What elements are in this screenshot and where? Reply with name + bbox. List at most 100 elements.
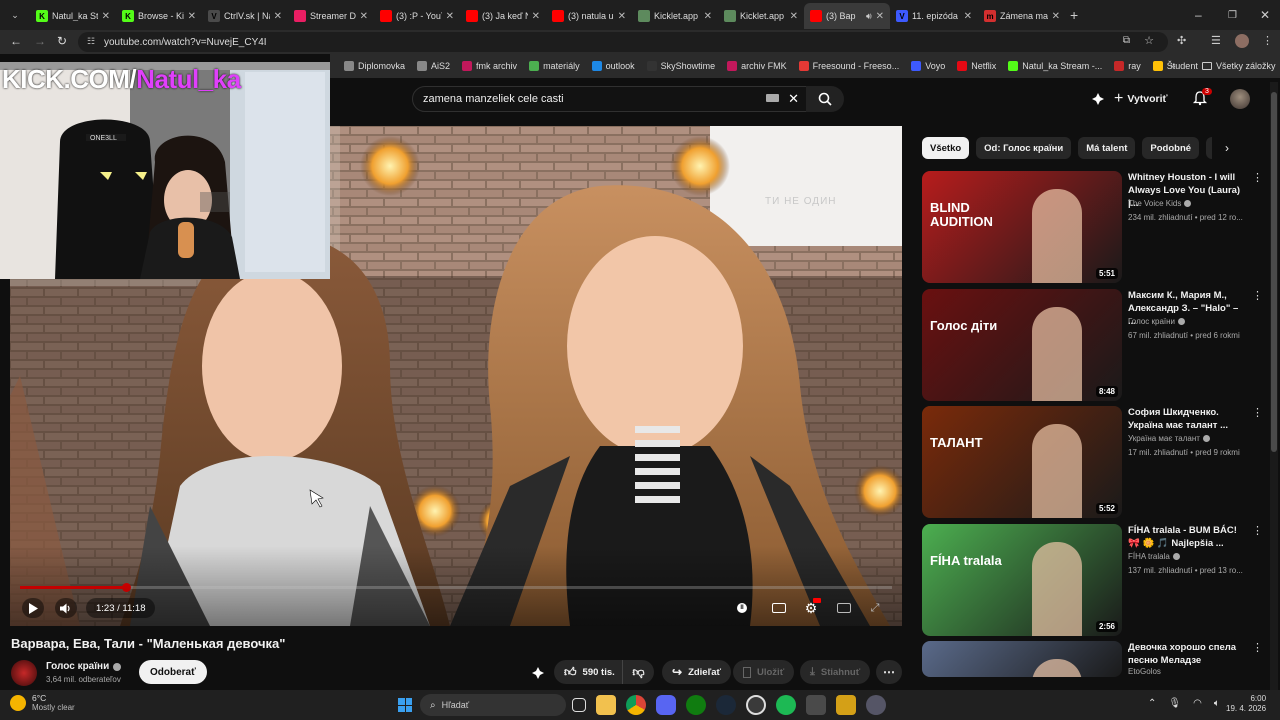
page-scrollbar[interactable] — [1270, 82, 1278, 690]
minimize-button[interactable]: – — [1195, 8, 1202, 22]
scrollbar-thumb[interactable] — [1271, 92, 1277, 452]
profile-avatar[interactable] — [1235, 34, 1249, 48]
filter-chip[interactable]: Všetko — [922, 137, 970, 159]
clock[interactable]: 6:00 19. 4. 2026 — [1226, 694, 1266, 714]
extensions-icon[interactable]: ✣ — [1177, 34, 1186, 47]
channel-name[interactable]: The Voice Kids — [1128, 199, 1192, 208]
chrome-icon[interactable] — [626, 695, 646, 715]
weather-widget[interactable]: 6°C Mostly clear — [10, 693, 75, 713]
bookmark-star-icon[interactable]: ☆ — [1144, 34, 1154, 47]
notes-app-icon[interactable] — [836, 695, 856, 715]
bookmark-item[interactable]: archiv FMK — [727, 61, 787, 71]
video-thumbnail[interactable]: ТАЛАНТ 5:52 — [922, 406, 1122, 518]
progress-track[interactable] — [20, 586, 892, 589]
reading-list-icon[interactable]: ☰ — [1211, 34, 1221, 47]
tab-3[interactable]: V CtrlV.sk | Na ✕ — [202, 3, 288, 29]
subtitles-button[interactable] — [768, 598, 790, 618]
filter-chip[interactable]: Podobné — [1142, 137, 1200, 159]
channel-avatar[interactable] — [11, 660, 37, 686]
speaker-icon[interactable]: 🔊︎ — [866, 11, 872, 22]
recommended-video[interactable]: Голос діти 8:48 Максим К., Мария М., Алекс… — [922, 289, 1263, 401]
more-options-icon[interactable]: ⋮ — [1252, 641, 1263, 654]
more-options-icon[interactable]: ⋮ — [1252, 524, 1263, 537]
like-button[interactable]: 👍︎ 590 tis. — [554, 660, 623, 684]
close-window-button[interactable]: ✕ — [1260, 8, 1270, 22]
channel-name[interactable]: FÍHA tralala — [1128, 552, 1180, 561]
tab-close-icon[interactable]: ✕ — [964, 11, 972, 22]
bookmark-item[interactable]: fmk archiv — [462, 61, 517, 71]
browser-menu-icon[interactable]: ⋮ — [1262, 34, 1273, 47]
channel-name[interactable]: Голос країни — [1128, 317, 1186, 326]
bookmark-item[interactable]: Freesound - Freeso... — [798, 61, 899, 71]
tab-close-icon[interactable]: ✕ — [446, 11, 454, 22]
app-icon[interactable] — [806, 695, 826, 715]
miniplayer-button[interactable] — [833, 598, 855, 618]
settings-button[interactable]: ⚙ — [800, 598, 822, 618]
back-icon[interactable]: ← — [10, 34, 22, 48]
clear-search-icon[interactable]: ✕ — [788, 91, 799, 107]
recommended-video[interactable]: BLIND AUDITION 5:51 Whitney Houston - I wi… — [922, 171, 1263, 283]
start-button[interactable] — [395, 695, 415, 715]
tab-close-icon[interactable]: ✕ — [876, 11, 884, 22]
tab-close-icon[interactable]: ✕ — [1052, 11, 1060, 22]
all-bookmarks-folder[interactable]: Všetky záložky — [1202, 61, 1276, 71]
tab-close-icon[interactable]: ✕ — [618, 11, 626, 22]
kicklet-action-icon[interactable] — [531, 666, 545, 680]
settings-app-icon[interactable] — [866, 695, 886, 715]
url-field[interactable]: ☷ youtube.com/watch?v=NuvejE_CY4I ⧉ ☆ — [78, 32, 1168, 52]
volume-button[interactable] — [55, 598, 77, 618]
filter-chip[interactable]: Má talent — [1078, 137, 1136, 159]
tab-10[interactable]: (3) Bap 🔊︎ ✕ — [804, 3, 890, 29]
recommended-video[interactable]: Девочка хорошо спела песню Меладзе EtoGol… — [922, 641, 1263, 677]
channel-name[interactable]: EtoGolos — [1128, 667, 1161, 676]
tab-1[interactable]: K Natul_ka Str ✕ — [30, 3, 116, 29]
notifications-button[interactable]: 3 — [1192, 88, 1212, 111]
recommended-video[interactable]: FÍHA tralala 2:56 FÍHA tralala - BUM BÁC! … — [922, 524, 1263, 636]
video-title[interactable]: FÍHA tralala - BUM BÁC! 🎀 🌼 🎵 Najlepšia … — [1128, 524, 1248, 550]
tab-9[interactable]: Kicklet.app - ✕ — [718, 3, 804, 29]
reload-icon[interactable]: ↻ — [57, 34, 67, 48]
keyboard-icon[interactable] — [766, 94, 779, 102]
bookmark-item[interactable]: SkyShowtime — [646, 61, 715, 71]
steam-icon[interactable] — [716, 695, 736, 715]
speaker-icon[interactable]: 🔈︎ — [1214, 698, 1220, 709]
tab-8[interactable]: Kicklet.app ✕ — [632, 3, 718, 29]
subscribe-button[interactable]: Odoberať — [139, 660, 207, 684]
tab-close-icon[interactable]: ✕ — [704, 11, 712, 22]
tab-close-icon[interactable]: ✕ — [274, 11, 282, 22]
bookmark-item[interactable]: materiály — [529, 61, 580, 71]
spotify-icon[interactable] — [776, 695, 796, 715]
more-options-icon[interactable]: ⋮ — [1252, 289, 1263, 302]
forward-icon[interactable]: → — [34, 34, 46, 48]
dislike-button[interactable]: 👎︎ — [622, 660, 654, 684]
channel-name[interactable]: Україна має талант — [1128, 434, 1210, 443]
save-button[interactable]: Uložiť — [733, 660, 795, 684]
xbox-icon[interactable] — [686, 695, 706, 715]
bookmark-item[interactable]: ray — [1114, 61, 1141, 71]
filter-chip[interactable]: Od: Голос країни — [976, 137, 1072, 159]
recommended-video[interactable]: ТАЛАНТ 5:52 София Шкидченко. Україна має т… — [922, 406, 1263, 518]
video-thumbnail[interactable]: BLIND AUDITION 5:51 — [922, 171, 1122, 283]
tray-overflow-icon[interactable]: ⌃ — [1148, 698, 1156, 709]
bookmark-item[interactable]: outlook — [591, 61, 635, 71]
bookmark-item[interactable]: Natul_ka Stream -... — [1008, 61, 1102, 71]
kicklet-extension-icon[interactable] — [1091, 92, 1105, 106]
tab-2[interactable]: K Browse - Kic ✕ — [116, 3, 202, 29]
tab-close-icon[interactable]: ✕ — [790, 11, 798, 22]
play-button[interactable] — [22, 598, 44, 618]
restore-button[interactable]: ❐ — [1228, 10, 1237, 21]
install-app-icon[interactable]: ⧉ — [1123, 35, 1130, 46]
filter-chip[interactable]: Pre — [1206, 137, 1212, 159]
download-button[interactable]: ⤓ Stiahnuť — [800, 660, 871, 684]
wifi-icon[interactable]: ◠ — [1193, 698, 1202, 709]
tab-6[interactable]: (3) Ja keď N ✕ — [460, 3, 546, 29]
obs-icon[interactable] — [746, 695, 766, 715]
taskbar-search[interactable]: ⌕ Hľadať — [420, 694, 566, 716]
video-thumbnail[interactable]: FÍHA tralala 2:56 — [922, 524, 1122, 636]
bookmark-item[interactable]: Diplomovka — [344, 61, 405, 71]
more-options-icon[interactable]: ⋮ — [1252, 406, 1263, 419]
video-thumbnail[interactable]: Голос діти 8:48 — [922, 289, 1122, 401]
tab-close-icon[interactable]: ✕ — [188, 11, 196, 22]
youtube-search-input[interactable]: zamena manzeliek cele casti ✕ — [412, 86, 810, 112]
tab-search-button[interactable]: ⌄ — [4, 4, 26, 26]
